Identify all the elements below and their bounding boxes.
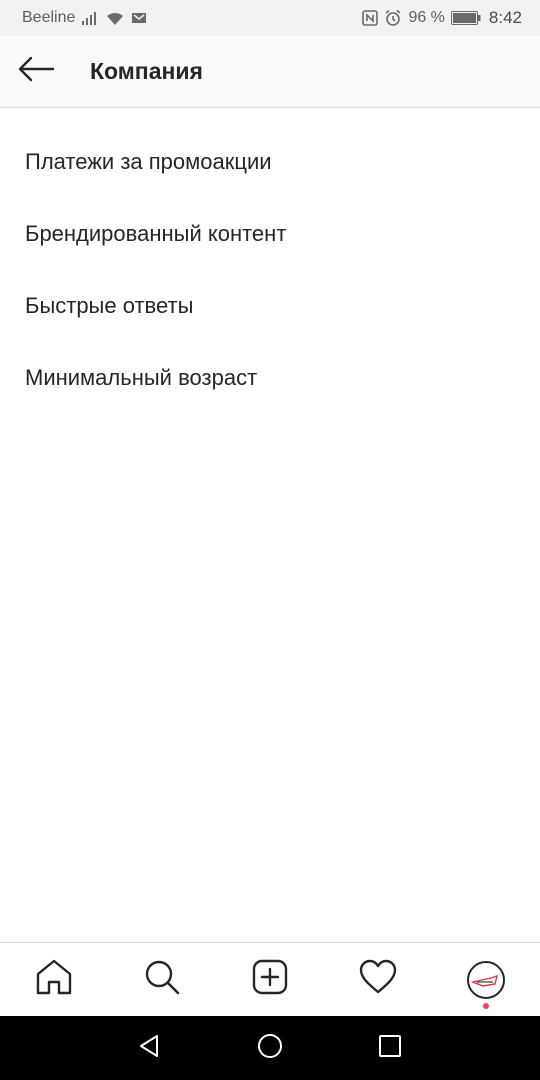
- profile-avatar: [467, 960, 505, 999]
- avatar-image: [471, 974, 498, 987]
- page-title: Компания: [90, 58, 203, 84]
- back-button[interactable]: [0, 36, 72, 108]
- status-left: Beeline: [22, 9, 147, 27]
- nav-search-button[interactable]: [126, 944, 198, 1016]
- activity-heart-icon: [359, 959, 397, 1000]
- settings-menu-list: Платежи за промоакции Брендированный кон…: [0, 126, 540, 414]
- nav-profile-button[interactable]: [450, 944, 522, 1016]
- home-icon: [35, 958, 73, 1001]
- clock-time: 8:42: [488, 8, 522, 27]
- status-bar: Beeline 96 % 8:42: [0, 0, 540, 36]
- mail-icon: [131, 11, 147, 25]
- wifi-icon: [105, 10, 125, 26]
- recents-square-icon: [377, 1033, 403, 1064]
- menu-item-quick-replies[interactable]: Быстрые ответы: [0, 270, 540, 342]
- search-icon: [143, 958, 181, 1001]
- add-post-icon: [251, 958, 289, 1001]
- system-home-button[interactable]: [250, 1028, 290, 1068]
- notification-dot: [483, 1002, 489, 1009]
- carrier-name: Beeline: [22, 9, 76, 26]
- arrow-left-icon: [17, 56, 55, 87]
- system-recents-button[interactable]: [370, 1028, 410, 1068]
- signal-icon: [81, 11, 99, 25]
- nav-activity-button[interactable]: [342, 944, 414, 1016]
- battery-percent: 96 %: [408, 9, 445, 26]
- bottom-navigation: [0, 942, 540, 1016]
- back-triangle-icon: [137, 1033, 163, 1064]
- home-circle-icon: [256, 1032, 284, 1065]
- menu-item-minimum-age[interactable]: Минимальный возраст: [0, 342, 540, 414]
- system-navigation-bar: [0, 1016, 540, 1080]
- nav-add-post-button[interactable]: [234, 944, 306, 1016]
- alarm-icon: [384, 9, 402, 27]
- system-back-button[interactable]: [130, 1028, 170, 1068]
- nav-home-button[interactable]: [18, 944, 90, 1016]
- status-right: 96 % 8:42: [362, 8, 522, 28]
- menu-item-promotion-payments[interactable]: Платежи за промоакции: [0, 126, 540, 198]
- menu-item-branded-content[interactable]: Брендированный контент: [0, 198, 540, 270]
- app-header: Компания: [0, 36, 540, 108]
- nfc-icon: [362, 10, 379, 26]
- battery-icon: [450, 11, 481, 25]
